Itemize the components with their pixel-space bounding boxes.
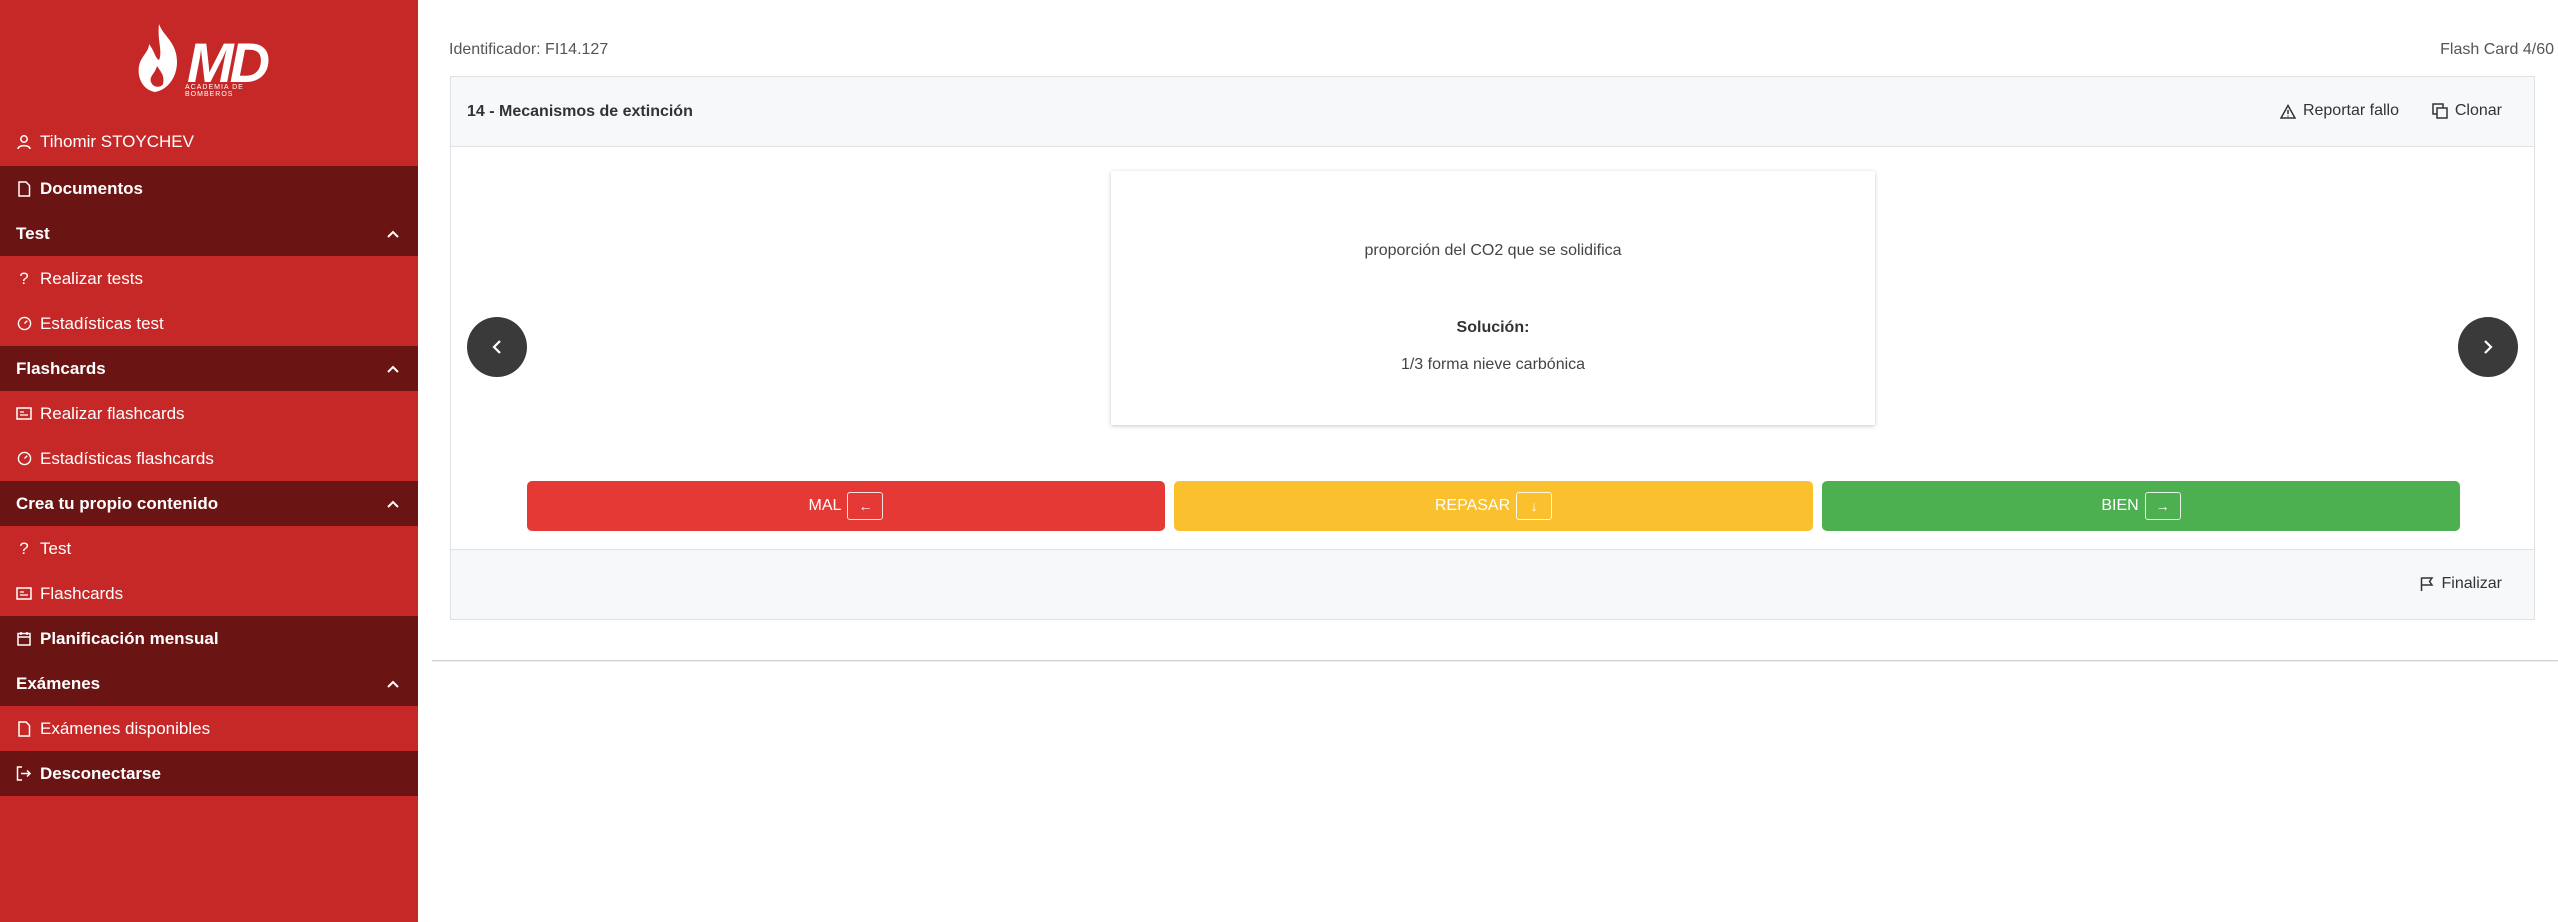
chevron-up-icon <box>387 500 399 508</box>
sidebar-item-planificacion[interactable]: Planificación mensual <box>0 616 418 661</box>
flag-icon <box>2420 577 2433 591</box>
card-icon <box>16 586 32 602</box>
report-label: Reportar fallo <box>2302 102 2399 119</box>
sidebar-item-estadisticas-test[interactable]: Estadísticas test <box>0 301 418 346</box>
sidebar: MD ACADEMIA DE BOMBEROS Tihomir STOYCHEV… <box>0 0 418 922</box>
speedometer-icon <box>16 451 32 467</box>
sidebar-item-label: Estadísticas flashcards <box>40 448 214 468</box>
flashcard[interactable]: proporción del CO2 que se solidifica Sol… <box>1111 171 1875 425</box>
question-icon: ? <box>19 268 29 288</box>
copy-icon <box>2432 103 2448 119</box>
sidebar-item-estadisticas-flashcards[interactable]: Estadísticas flashcards <box>0 436 418 481</box>
sidebar-item-label: Planificación mensual <box>40 628 219 648</box>
sidebar-item-crea-flashcards[interactable]: Flashcards <box>0 571 418 616</box>
sidebar-item-label: Exámenes disponibles <box>40 718 211 738</box>
file-icon <box>16 180 32 197</box>
card-title: 14 - Mecanismos de extinción <box>467 103 693 120</box>
logout-icon <box>16 766 32 782</box>
card-footer: Finalizar <box>451 549 2534 619</box>
file-icon <box>16 720 32 737</box>
card-identifier: Identificador: FI14.127 <box>449 41 609 58</box>
flashcard-panel: 14 - Mecanismos de extinción Reportar fa… <box>450 76 2535 620</box>
sidebar-item-crea-test[interactable]: ? Test <box>0 526 418 571</box>
sidebar-item-label: Realizar flashcards <box>40 403 185 423</box>
next-card-button[interactable] <box>2458 317 2518 377</box>
clone-label: Clonar <box>2454 102 2502 119</box>
grade-good-button[interactable]: BIEN → <box>1822 481 2460 531</box>
arrow-left-icon: ← <box>847 492 884 520</box>
flashcard-counter: Flash Card 4/60 <box>2440 41 2554 58</box>
grade-review-label: REPASAR <box>1434 497 1511 514</box>
sidebar-section-label: Flashcards <box>16 358 106 378</box>
logo-tagline: ACADEMIA DE BOMBEROS <box>185 84 244 98</box>
sidebar-section-examenes[interactable]: Exámenes <box>0 661 418 706</box>
sidebar-item-desconectarse[interactable]: Desconectarse <box>0 751 418 796</box>
sidebar-item-label: Desconectarse <box>40 763 161 783</box>
sidebar-section-crea[interactable]: Crea tu propio contenido <box>0 481 418 526</box>
main-content: Identificador: FI14.127 Flash Card 4/60 … <box>418 0 2558 922</box>
sidebar-section-flashcards[interactable]: Flashcards <box>0 346 418 391</box>
chevron-up-icon <box>387 365 399 373</box>
user-profile[interactable]: Tihomir STOYCHEV <box>0 126 418 158</box>
sidebar-item-label: Documentos <box>40 178 143 198</box>
clone-button[interactable]: Clonar <box>2432 102 2502 120</box>
brand-logo[interactable]: MD ACADEMIA DE BOMBEROS <box>133 22 283 98</box>
sidebar-section-label: Exámenes <box>16 673 101 693</box>
sidebar-item-label: Flashcards <box>40 583 124 603</box>
grade-review-button[interactable]: REPASAR ↓ <box>1174 481 1813 531</box>
chevron-up-icon <box>387 680 399 688</box>
finish-label: Finalizar <box>2441 575 2502 592</box>
card-icon <box>16 406 32 422</box>
sidebar-section-label: Crea tu propio contenido <box>16 493 219 513</box>
chevron-right-icon <box>2484 340 2493 354</box>
sidebar-item-examenes-disponibles[interactable]: Exámenes disponibles <box>0 706 418 751</box>
sidebar-item-label: Estadísticas test <box>40 313 164 333</box>
flame-icon <box>138 24 177 92</box>
sidebar-item-realizar-flashcards[interactable]: Realizar flashcards <box>0 391 418 436</box>
grade-bad-label: MAL <box>808 497 842 514</box>
speedometer-icon <box>16 316 32 332</box>
arrow-right-icon: → <box>2144 492 2181 520</box>
chevron-left-icon <box>492 340 501 354</box>
previous-card-button[interactable] <box>467 317 527 377</box>
solution-label: Solución: <box>1456 319 1530 336</box>
chevron-up-icon <box>387 230 399 238</box>
sidebar-item-label: Realizar tests <box>40 268 143 288</box>
warning-icon <box>2279 103 2296 119</box>
arrow-down-icon: ↓ <box>1516 492 1553 520</box>
calendar-icon <box>16 631 32 647</box>
sidebar-item-realizar-tests[interactable]: ? Realizar tests <box>0 256 418 301</box>
report-button[interactable]: Reportar fallo <box>2279 102 2399 120</box>
flashcard-question: proporción del CO2 que se solidifica <box>1364 242 1622 259</box>
content-divider <box>432 660 2558 661</box>
sidebar-section-test[interactable]: Test <box>0 211 418 256</box>
question-icon: ? <box>19 538 29 558</box>
finish-button[interactable]: Finalizar <box>2419 575 2502 593</box>
sidebar-item-label: Test <box>40 538 72 558</box>
user-icon <box>16 134 32 150</box>
flashcard-answer: 1/3 forma nieve carbónica <box>1400 356 1586 373</box>
grade-good-label: BIEN <box>2101 497 2139 514</box>
grade-bad-button[interactable]: MAL ← <box>527 481 1165 531</box>
card-header: 14 - Mecanismos de extinción Reportar fa… <box>451 77 2534 147</box>
sidebar-item-documentos[interactable]: Documentos <box>0 166 418 211</box>
sidebar-section-label: Test <box>16 223 50 243</box>
user-name: Tihomir STOYCHEV <box>40 132 194 151</box>
